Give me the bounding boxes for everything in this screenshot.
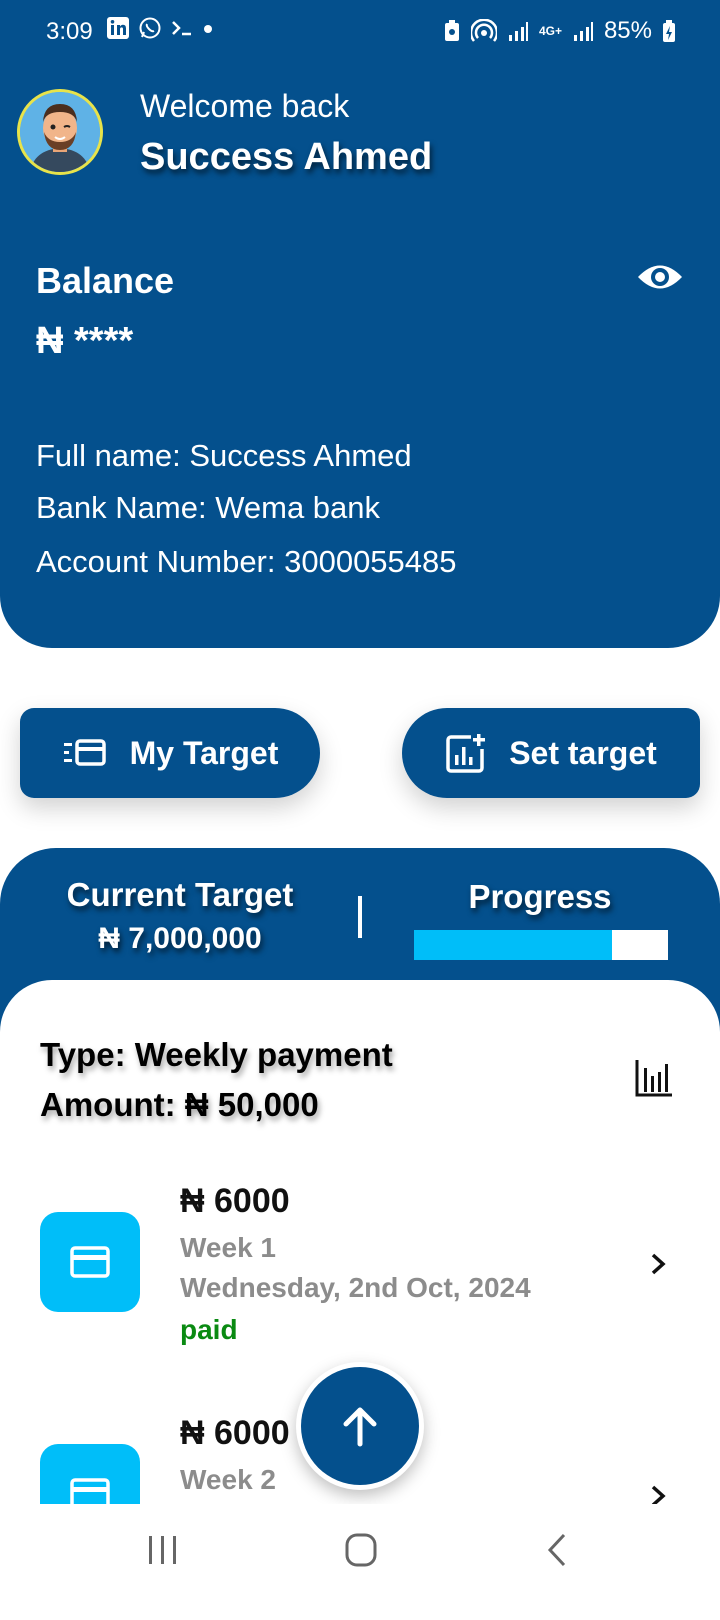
payment-date: Wednesday, 2nd Oct, 2024 <box>180 1272 531 1303</box>
terminal-icon <box>172 21 191 36</box>
divider <box>358 896 362 938</box>
account-header: Welcome back Success Ahmed Balance ₦ ***… <box>0 0 720 648</box>
account-number-text: Account Number: 3000055485 <box>36 544 457 579</box>
battery-icon <box>663 20 675 42</box>
card-list-icon <box>63 739 106 766</box>
current-target-value: ₦ 7,000,000 <box>98 922 262 955</box>
add-chart-icon <box>446 734 486 773</box>
bar-chart-icon[interactable] <box>634 1058 674 1098</box>
home-icon[interactable] <box>344 1532 378 1568</box>
my-target-button[interactable]: My Target <box>20 708 320 798</box>
system-icons: 4G+ 85% <box>443 17 676 45</box>
card-icon <box>40 1212 140 1312</box>
status-time: 3:09 <box>46 18 93 45</box>
recent-apps-icon[interactable] <box>146 1534 180 1566</box>
eye-icon[interactable] <box>636 260 684 294</box>
payment-status: paid <box>180 1314 238 1345</box>
my-target-label: My Target <box>129 734 279 771</box>
hotspot-icon <box>470 19 497 42</box>
payment-amount: ₦ 6000 <box>180 1182 290 1220</box>
battery-saver-icon <box>444 20 459 41</box>
payment-week: Week 1 <box>180 1232 276 1263</box>
avatar[interactable] <box>20 92 100 172</box>
plan-amount: Amount: ₦ 50,000 <box>40 1086 319 1123</box>
dot-icon <box>204 25 212 33</box>
set-target-button[interactable]: Set target <box>402 708 700 798</box>
balance-label: Balance <box>36 260 175 301</box>
chevron-right-icon[interactable] <box>646 1252 670 1276</box>
notification-icons <box>106 16 214 40</box>
progress-bar <box>414 930 668 960</box>
payment-week: Week 2 <box>180 1464 276 1495</box>
arrow-up-icon <box>301 1367 419 1485</box>
set-target-label: Set target <box>509 734 657 771</box>
linkedin-icon <box>107 17 129 39</box>
balance-value: ₦ **** <box>36 320 134 362</box>
system-navigation-bar <box>0 1504 720 1600</box>
back-icon[interactable] <box>546 1532 570 1568</box>
welcome-text: Welcome back <box>140 88 350 124</box>
plan-type: Type: Weekly payment <box>40 1036 393 1073</box>
battery-percent: 85% <box>603 17 652 44</box>
user-name: Success Ahmed <box>140 136 433 178</box>
bank-name-text: Bank Name: Wema bank <box>36 490 381 525</box>
signal-icon-2 <box>573 22 593 41</box>
payment-amount: ₦ 6000 <box>180 1414 290 1452</box>
progress-label: Progress <box>468 878 612 915</box>
network-type: 4G+ <box>538 24 562 38</box>
scroll-top-button[interactable] <box>296 1362 424 1490</box>
progress-fill <box>414 930 613 960</box>
full-name-text: Full name: Success Ahmed <box>36 438 412 473</box>
current-target-label: Current Target <box>66 876 294 913</box>
signal-icon <box>508 22 528 41</box>
whatsapp-icon <box>139 17 161 39</box>
status-bar: 3:09 4G+ 85% <box>0 0 720 64</box>
